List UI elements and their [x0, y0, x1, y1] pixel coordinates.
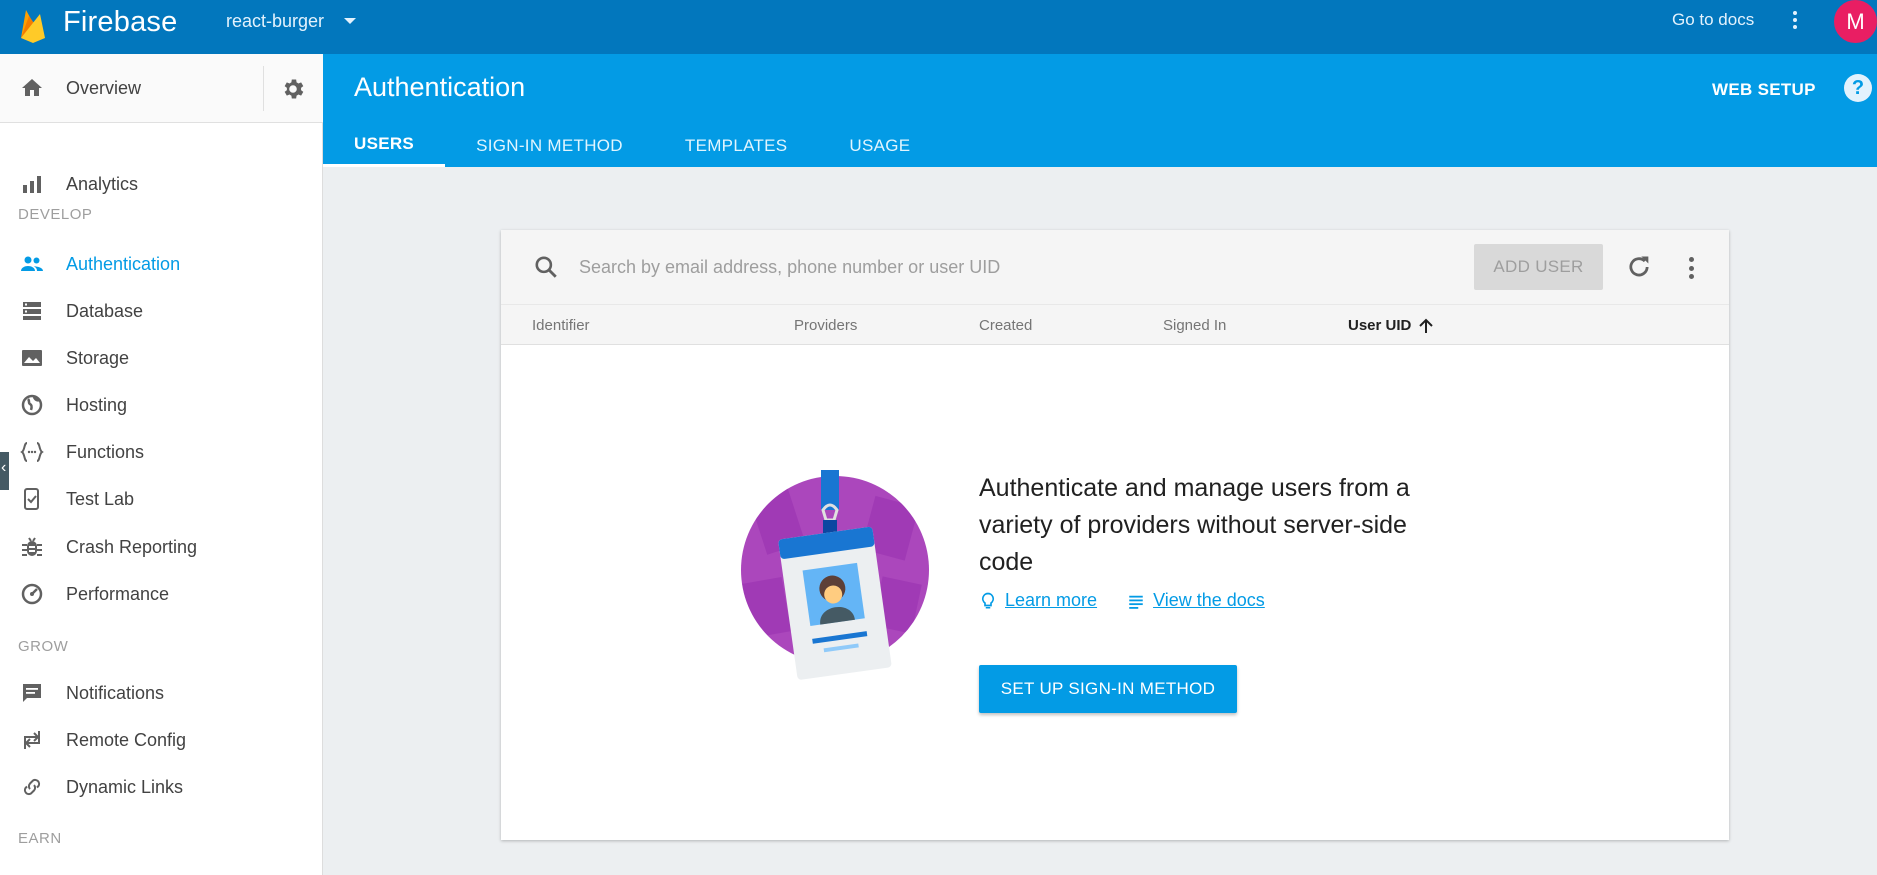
- sidebar-item-label: Dynamic Links: [66, 777, 184, 797]
- sidebar: Overview Analytics DEVELOP Authenticatio…: [0, 54, 323, 875]
- link-label: Learn more: [1005, 590, 1098, 610]
- divider: [263, 66, 264, 111]
- page-header: Authentication WEB SETUP ? USERS SIGN-IN…: [323, 54, 1877, 167]
- column-created[interactable]: Created: [979, 317, 1032, 334]
- brand-name[interactable]: Firebase: [63, 6, 177, 39]
- search-input[interactable]: [579, 250, 1219, 284]
- sidebar-item-label: Performance: [66, 584, 170, 604]
- sidebar-item-label: Hosting: [66, 395, 128, 415]
- sidebar-item-test-lab[interactable]: Test Lab: [0, 479, 323, 519]
- tab-templates[interactable]: TEMPLATES: [654, 124, 819, 167]
- notes-icon: [1129, 595, 1143, 609]
- column-label: User UID: [1348, 317, 1412, 334]
- go-to-docs-link[interactable]: Go to docs: [1672, 10, 1754, 30]
- tab-bar: USERS SIGN-IN METHOD TEMPLATES USAGE: [323, 124, 941, 167]
- web-setup-button[interactable]: WEB SETUP: [1712, 80, 1816, 100]
- users-toolbar: ADD USER: [501, 230, 1729, 304]
- sidebar-item-crash-reporting[interactable]: Crash Reporting: [0, 527, 323, 567]
- sidebar-item-label: Crash Reporting: [66, 537, 198, 557]
- section-grow: GROW: [18, 638, 69, 655]
- analytics-icon: [23, 176, 41, 193]
- collapse-handle[interactable]: [0, 452, 9, 490]
- add-user-button[interactable]: ADD USER: [1474, 244, 1603, 290]
- project-selector[interactable]: react-burger: [226, 10, 357, 32]
- empty-state-message: Authenticate and manage users from a var…: [979, 474, 1410, 576]
- set-up-sign-in-method-button[interactable]: SET UP SIGN-IN METHOD: [979, 665, 1237, 713]
- functions-icon: [20, 442, 44, 462]
- refresh-icon[interactable]: [1625, 253, 1653, 281]
- sidebar-item-analytics[interactable]: Analytics: [0, 164, 323, 204]
- sidebar-item-label: Notifications: [66, 683, 165, 703]
- sidebar-item-functions[interactable]: Functions: [0, 432, 323, 472]
- learn-more-link[interactable]: Learn more: [979, 590, 1097, 611]
- column-providers[interactable]: Providers: [794, 317, 857, 334]
- avatar[interactable]: M: [1834, 0, 1877, 43]
- tab-usage[interactable]: USAGE: [818, 124, 941, 167]
- sidebar-item-overview[interactable]: Overview: [0, 54, 323, 123]
- tab-users[interactable]: USERS: [323, 124, 446, 167]
- column-user-uid[interactable]: User UID: [1348, 317, 1434, 334]
- more-vert-icon[interactable]: [1787, 8, 1803, 32]
- remote-config-icon: [24, 731, 40, 749]
- sidebar-item-performance[interactable]: Performance: [0, 574, 323, 614]
- search-icon: [535, 256, 557, 278]
- chat-icon: [23, 684, 41, 702]
- arrow-up-icon: [1419, 318, 1434, 333]
- sidebar-item-authentication[interactable]: Authentication: [0, 244, 323, 284]
- firebase-logo-icon[interactable]: [18, 8, 48, 44]
- sidebar-item-notifications[interactable]: Notifications: [0, 673, 323, 713]
- view-docs-link[interactable]: View the docs: [1127, 590, 1265, 611]
- sidebar-item-database[interactable]: Database: [0, 291, 323, 331]
- help-icon[interactable]: ?: [1844, 74, 1872, 102]
- lightbulb-icon: [982, 592, 994, 608]
- tab-sign-in-method[interactable]: SIGN-IN METHOD: [445, 124, 654, 167]
- link-label: View the docs: [1153, 590, 1265, 610]
- page-title: Authentication: [354, 72, 526, 102]
- more-vert-icon[interactable]: [1685, 254, 1697, 282]
- project-name: react-burger: [226, 10, 325, 31]
- help-links: Learn more View the docs: [979, 590, 1265, 611]
- home-icon: [22, 79, 42, 96]
- column-signed-in[interactable]: Signed In: [1163, 317, 1226, 334]
- sidebar-item-label: Functions: [66, 442, 145, 462]
- top-bar: Firebase react-burger Go to docs M: [0, 0, 1877, 54]
- speedometer-icon: [21, 583, 43, 605]
- sidebar-item-label: Overview: [66, 78, 142, 98]
- sidebar-item-dynamic-links[interactable]: Dynamic Links: [0, 767, 323, 807]
- users-card: ADD USER Identifier Providers Created Si…: [501, 230, 1729, 840]
- sidebar-item-label: Remote Config: [66, 730, 187, 750]
- sidebar-item-hosting[interactable]: Hosting: [0, 385, 323, 425]
- storage-icon: [22, 350, 42, 366]
- sidebar-item-label: Authentication: [66, 254, 181, 274]
- sidebar-item-storage[interactable]: Storage: [0, 338, 323, 378]
- link-icon: [23, 778, 41, 796]
- column-identifier[interactable]: Identifier: [532, 317, 590, 334]
- section-earn: EARN: [18, 830, 62, 847]
- sidebar-item-label: Test Lab: [66, 489, 135, 509]
- sidebar-item-label: Analytics: [66, 174, 139, 194]
- sidebar-item-label: Database: [66, 301, 144, 321]
- section-develop: DEVELOP: [18, 206, 93, 223]
- table-header: Identifier Providers Created Signed In U…: [501, 304, 1729, 345]
- database-icon: [23, 302, 41, 320]
- bug-icon: [22, 537, 42, 556]
- sidebar-item-label: Storage: [66, 348, 130, 368]
- test-lab-icon: [24, 488, 39, 510]
- sidebar-item-remote-config[interactable]: Remote Config: [0, 720, 323, 760]
- chevron-down-icon: [344, 18, 357, 24]
- gear-icon[interactable]: [280, 76, 306, 102]
- globe-icon: [21, 394, 43, 416]
- id-badge-illustration: [741, 470, 929, 680]
- people-icon: [21, 256, 43, 271]
